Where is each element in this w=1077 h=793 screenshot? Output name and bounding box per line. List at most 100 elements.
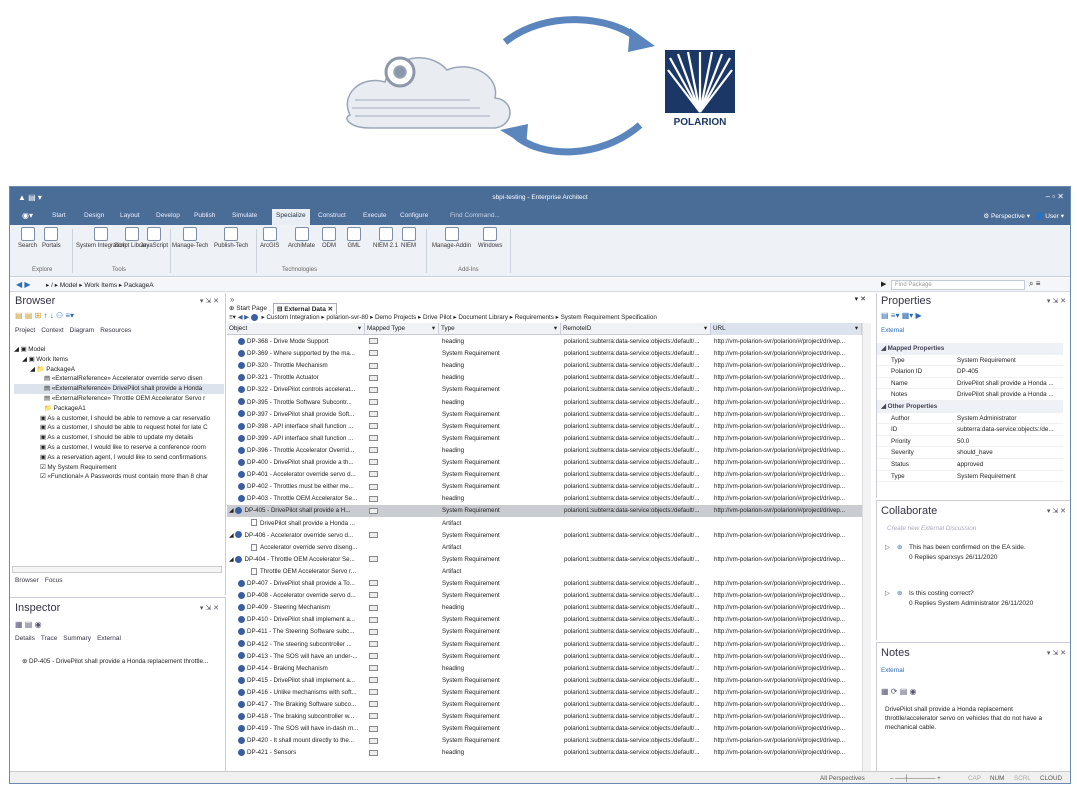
url-cell[interactable]: http://vm-polarion-svr/polarion/#/projec…: [714, 433, 861, 445]
notes-toolbar[interactable]: ▦ ⟳ ▤ ◉: [881, 687, 916, 696]
properties-toolbar[interactable]: ▤ ≡▾ ▦▾ ▶: [881, 311, 922, 320]
tab-diagram[interactable]: Diagram: [70, 327, 95, 334]
url-cell[interactable]: http://vm-polarion-svr/polarion/#/projec…: [714, 639, 861, 651]
tree-item[interactable]: ▤ «ExternalReference» Throttle OEM Accel…: [14, 394, 224, 404]
ribbon-arcgis-button[interactable]: ArcGIS: [260, 227, 279, 250]
url-cell[interactable]: http://vm-polarion-svr/polarion/#/projec…: [714, 651, 861, 663]
table-row[interactable]: DP-401 - Accelerator override servo d...…: [227, 469, 862, 481]
inspector-item[interactable]: ⊛ DP-405 - DrivePilot shall provide a Ho…: [22, 658, 208, 665]
path-item[interactable]: Document Library: [458, 314, 508, 321]
tab-external-data[interactable]: ⊟ External Data ✕: [273, 303, 338, 314]
table-row[interactable]: DP-407 - DrivePilot shall provide a To..…: [227, 578, 862, 590]
play-icon[interactable]: ▶: [881, 280, 886, 288]
column-header-object[interactable]: Object ▾: [227, 323, 365, 335]
url-cell[interactable]: http://vm-polarion-svr/polarion/#/projec…: [714, 711, 861, 723]
tab-context[interactable]: Context: [41, 327, 63, 334]
breadcrumb-item[interactable]: Work Items: [84, 282, 117, 289]
url-cell[interactable]: http://vm-polarion-svr/polarion/#/projec…: [714, 626, 861, 638]
panel-controls[interactable]: ▾ ⇲ ✕: [200, 604, 219, 612]
perspective-button[interactable]: ⚙ Perspective ▾: [983, 212, 1030, 220]
ribbon-javascript-button[interactable]: JavaScript: [140, 227, 168, 250]
property-row[interactable]: ID subterra:data-service:objects:/de...: [877, 424, 1063, 436]
tree-item[interactable]: ▤ «ExternalReference» Accelerator overri…: [14, 374, 224, 384]
url-cell[interactable]: http://vm-polarion-svr/polarion/#/projec…: [714, 687, 861, 699]
ribbon-portals-button[interactable]: Portals: [42, 227, 61, 250]
table-row[interactable]: ◢ DP-404 - Throttle OEM Accelerator Se..…: [227, 554, 862, 566]
url-cell[interactable]: http://vm-polarion-svr/polarion/#/projec…: [714, 747, 861, 759]
breadcrumb[interactable]: ▸ / ▸ Model ▸ Work Items ▸ PackageA: [46, 281, 154, 289]
grid-scrollbar[interactable]: [862, 323, 871, 771]
ribbon-windows-button[interactable]: Windows: [478, 227, 502, 250]
url-cell[interactable]: http://vm-polarion-svr/polarion/#/projec…: [714, 397, 861, 409]
tab-execute[interactable]: Execute: [363, 212, 387, 219]
horizontal-scrollbar[interactable]: [12, 566, 222, 573]
tree-item[interactable]: ▣ As a customer, I should be able to req…: [14, 423, 224, 433]
table-row[interactable]: DP-411 - The Steering Software subc... Sy…: [227, 626, 862, 638]
ribbon-niem-button[interactable]: NIEM: [401, 227, 416, 250]
property-row[interactable]: Polarion ID DP-405: [877, 366, 1063, 378]
tab-publish[interactable]: Publish: [194, 212, 215, 219]
user-button[interactable]: 👤 User ▾: [1035, 212, 1064, 220]
table-row[interactable]: DP-409 - Steering Mechanism heading polari…: [227, 602, 862, 614]
property-row[interactable]: Type System Requirement: [877, 471, 1063, 483]
property-row[interactable]: Type System Requirement: [877, 355, 1063, 367]
url-cell[interactable]: http://vm-polarion-svr/polarion/#/projec…: [714, 530, 861, 542]
ribbon-publish-tech-button[interactable]: Publish-Tech: [214, 227, 248, 250]
collapse-icon[interactable]: ◢: [881, 403, 888, 410]
ribbon-manage-tech-button[interactable]: Manage-Tech: [172, 227, 208, 250]
table-row[interactable]: DP-403 - Throttle OEM Accelerator Se... h…: [227, 493, 862, 505]
table-row[interactable]: DP-322 - DrivePilot controls accelerat..…: [227, 384, 862, 396]
ribbon-manage-addin-button[interactable]: Manage-Addin: [432, 227, 471, 250]
table-row[interactable]: ◢ DP-405 - DrivePilot shall provide a H.…: [227, 505, 862, 518]
table-row[interactable]: DP-397 - DrivePilot shall provide Soft..…: [227, 409, 862, 421]
url-cell[interactable]: http://vm-polarion-svr/polarion/#/projec…: [714, 602, 861, 614]
url-cell[interactable]: http://vm-polarion-svr/polarion/#/projec…: [714, 336, 861, 348]
url-cell[interactable]: http://vm-polarion-svr/polarion/#/projec…: [714, 578, 861, 590]
status-perspectives[interactable]: All Perspectives: [820, 772, 865, 783]
url-cell[interactable]: http://vm-polarion-svr/polarion/#/projec…: [714, 481, 861, 493]
new-discussion-input[interactable]: Create new External Discussion: [887, 525, 976, 532]
table-row[interactable]: DrivePilot shall provide a Honda ... Arti…: [227, 518, 862, 530]
property-row[interactable]: Severity should_have: [877, 447, 1063, 459]
ribbon-archimate-button[interactable]: ArchiMate: [288, 227, 315, 250]
url-cell[interactable]: http://vm-polarion-svr/polarion/#/projec…: [714, 360, 861, 372]
table-row[interactable]: DP-419 - The SOS will have in-dash m... S…: [227, 723, 862, 735]
tab-resources[interactable]: Resources: [100, 327, 131, 334]
expand-icon[interactable]: ▷: [885, 589, 890, 599]
filter-dropdown-icon[interactable]: ▾: [358, 323, 361, 335]
properties-tab-external[interactable]: External: [881, 327, 904, 334]
url-cell[interactable]: http://vm-polarion-svr/polarion/#/projec…: [714, 505, 861, 517]
tab-start-page[interactable]: ⊕ Start Page: [229, 304, 267, 312]
ribbon-gml-button[interactable]: GML: [347, 227, 361, 250]
table-row[interactable]: DP-414 - Braking Mechanism heading polario…: [227, 663, 862, 675]
property-section-header[interactable]: ◢ Mapped Properties: [877, 343, 1063, 355]
path-item[interactable]: Demo Projects: [375, 314, 416, 321]
url-cell[interactable]: http://vm-polarion-svr/polarion/#/projec…: [714, 445, 861, 457]
tab-configure[interactable]: Configure: [400, 212, 428, 219]
table-row[interactable]: DP-421 - Sensors heading polarion1:subterr…: [227, 747, 862, 759]
path-item[interactable]: Custom Integration: [266, 314, 319, 321]
property-row[interactable]: Priority 50.0: [877, 436, 1063, 448]
column-header-remoteid[interactable]: RemoteID ▾: [561, 323, 711, 335]
path-item[interactable]: System Requirement Specification: [561, 314, 657, 321]
table-row[interactable]: Throttle OEM Accelerator Servo r... Artif…: [227, 566, 862, 578]
table-row[interactable]: DP-368 - Drive Mode Support heading polari…: [227, 336, 862, 348]
discussion-thread[interactable]: ▷ ⊛ Is this costing correct? 0 Replies Syst…: [885, 589, 1065, 608]
tab-project[interactable]: Project: [15, 327, 35, 334]
tree-item[interactable]: ◢ ▣ Work Items: [14, 355, 224, 365]
tab-focus[interactable]: Focus: [45, 577, 63, 584]
url-cell[interactable]: http://vm-polarion-svr/polarion/#/projec…: [714, 663, 861, 675]
table-row[interactable]: ◢ DP-406 - Accelerator override servo d.…: [227, 530, 862, 542]
tree-item[interactable]: ▤ «ExternalReference» DrivePilot shall p…: [14, 384, 224, 394]
url-cell[interactable]: http://vm-polarion-svr/polarion/#/projec…: [714, 723, 861, 735]
ribbon-search-button[interactable]: Search: [18, 227, 37, 250]
tab-browser[interactable]: Browser: [15, 577, 39, 584]
notes-tab-external[interactable]: External: [881, 667, 904, 674]
url-cell[interactable]: http://vm-polarion-svr/polarion/#/projec…: [714, 421, 861, 433]
property-row[interactable]: Name DrivePilot shall provide a Honda ...: [877, 378, 1063, 390]
property-row[interactable]: Notes DrivePilot shall provide a Honda ..…: [877, 389, 1063, 401]
table-row[interactable]: DP-410 - DrivePilot shall implement a...…: [227, 614, 862, 626]
path-item[interactable]: Drive Pilot: [423, 314, 452, 321]
tab-trace[interactable]: Trace: [41, 635, 57, 642]
menu-icon[interactable]: ≡▾: [229, 314, 236, 321]
